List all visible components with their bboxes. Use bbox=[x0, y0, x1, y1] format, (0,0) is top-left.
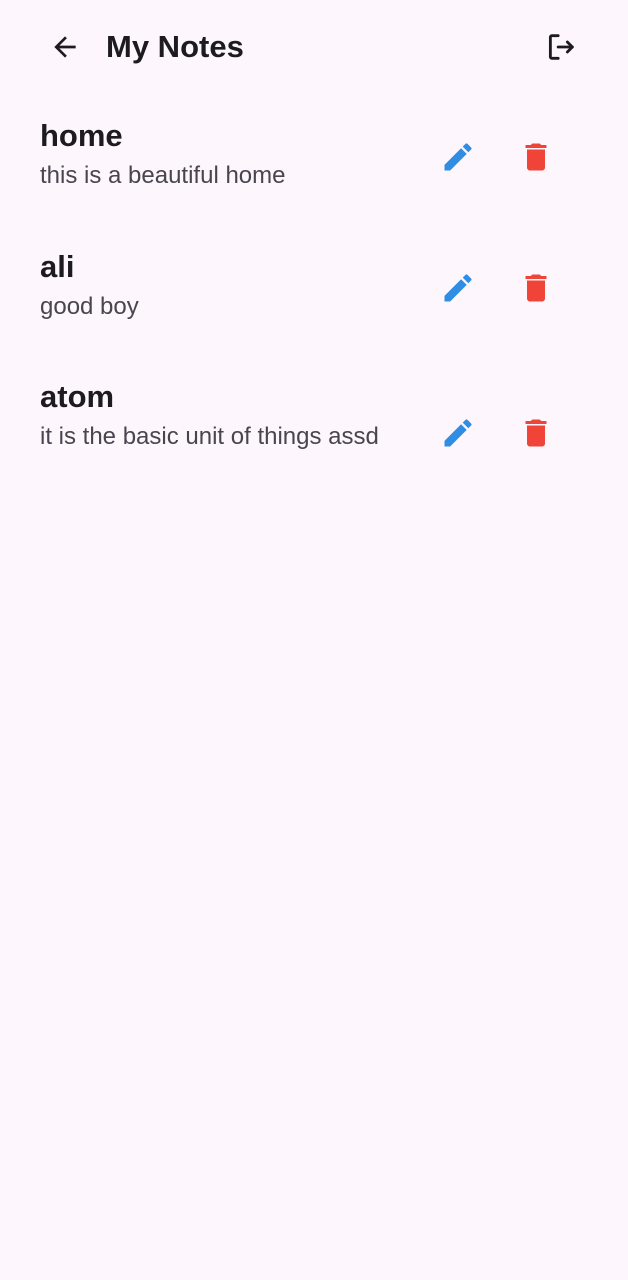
note-item[interactable]: atom it is the basic unit of things assd bbox=[0, 355, 628, 495]
note-body: good boy bbox=[40, 293, 139, 320]
note-body: it is the basic unit of things assd bbox=[40, 423, 379, 450]
back-button[interactable] bbox=[40, 22, 90, 72]
note-title: atom bbox=[40, 379, 115, 414]
logout-icon bbox=[548, 34, 574, 60]
note-body: this is a beautiful home bbox=[40, 162, 286, 189]
delete-icon bbox=[525, 274, 547, 302]
edit-icon bbox=[444, 419, 472, 447]
edit-icon bbox=[444, 143, 472, 171]
note-text: ali good boy bbox=[40, 249, 400, 324]
arrow-back-icon bbox=[54, 36, 76, 58]
delete-note-button[interactable] bbox=[511, 132, 561, 182]
edit-note-button[interactable] bbox=[433, 263, 483, 313]
edit-note-button[interactable] bbox=[433, 132, 483, 182]
edit-note-button[interactable] bbox=[433, 408, 483, 458]
delete-note-button[interactable] bbox=[511, 263, 561, 313]
note-title: home bbox=[40, 118, 123, 153]
note-item[interactable]: ali good boy bbox=[0, 225, 628, 355]
edit-icon bbox=[444, 274, 472, 302]
app-bar: My Notes bbox=[0, 0, 628, 94]
page-title: My Notes bbox=[106, 29, 244, 64]
note-list: home this is a beautiful home ali good b… bbox=[0, 94, 628, 495]
logout-button[interactable] bbox=[536, 22, 586, 72]
note-text: atom it is the basic unit of things assd bbox=[40, 379, 400, 454]
delete-note-button[interactable] bbox=[511, 408, 561, 458]
delete-icon bbox=[525, 143, 547, 171]
delete-icon bbox=[525, 419, 547, 447]
note-item[interactable]: home this is a beautiful home bbox=[0, 94, 628, 225]
note-title: ali bbox=[40, 249, 75, 284]
note-text: home this is a beautiful home bbox=[40, 118, 400, 193]
